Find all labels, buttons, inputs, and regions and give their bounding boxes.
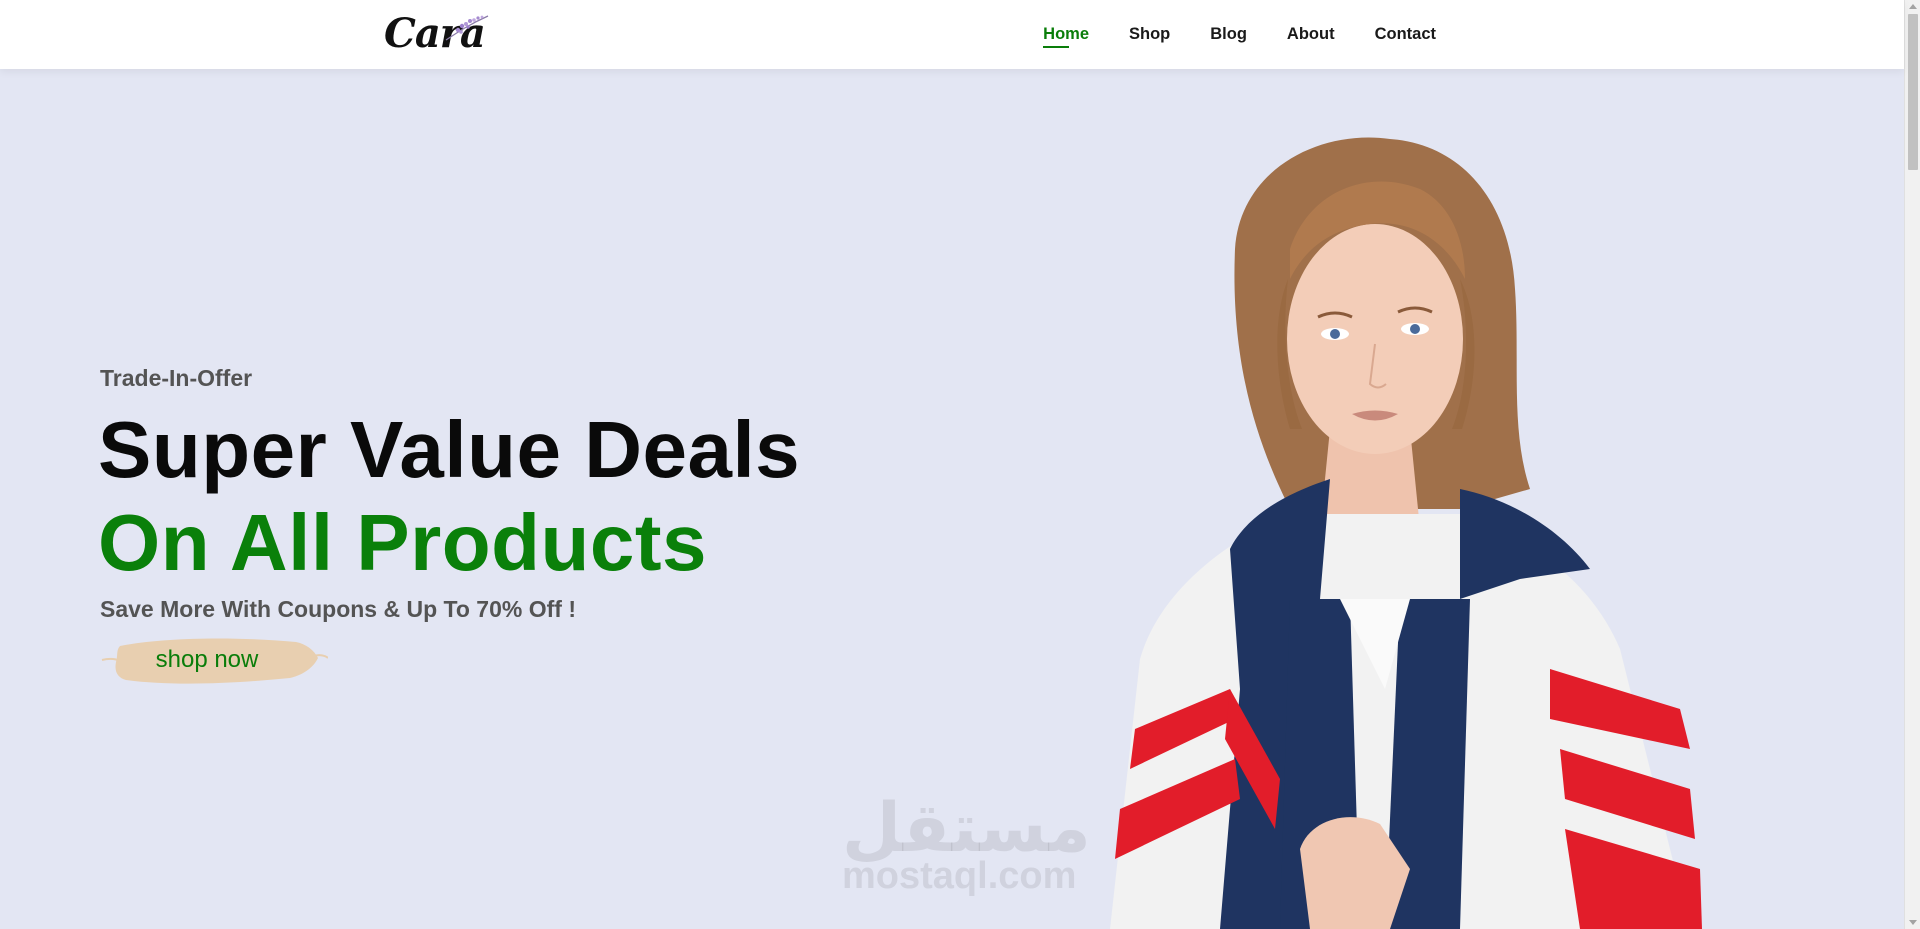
nav-contact[interactable]: Contact [1355,0,1456,69]
nav-home-label: Home [1043,25,1089,43]
nav-home[interactable]: Home [1023,0,1109,69]
hero-title-line2: On All Products [98,498,708,587]
cart-button[interactable] [1456,0,1496,69]
shop-now-button[interactable]: shop now [100,632,328,688]
nav-blog-label: Blog [1210,25,1247,43]
nav-about-label: About [1286,25,1335,43]
scroll-up-arrow-icon[interactable] [1909,4,1917,9]
vertical-scrollbar[interactable] [1904,0,1920,929]
site-header: Cara Home Shop Blog About Contact [0,0,1904,69]
logo[interactable]: Cara [384,6,494,62]
nav-about[interactable]: About [1267,0,1355,69]
hero-description: Save More With Coupons & Up To 70% Off ! [100,596,576,622]
hero-title-line1: Super Value Deals [98,405,801,494]
nav-contact-label: Contact [1374,25,1436,43]
watermark-arabic: مستقل [842,789,1091,868]
mostaql-watermark: مستقل mostaql.com [842,789,1091,897]
nav-blog[interactable]: Blog [1190,0,1267,69]
nav-shop[interactable]: Shop [1109,0,1190,69]
lavender-sprig-icon [445,15,489,41]
hero-subtitle: Trade-In-Offer [100,365,253,391]
scroll-down-arrow-icon[interactable] [1909,920,1917,925]
scroll-thumb[interactable] [1908,14,1918,170]
shop-now-label: shop now [155,646,259,673]
nav-shop-label: Shop [1129,25,1171,43]
watermark-latin: mostaql.com [842,855,1077,897]
model-photo [1110,137,1702,929]
main-nav: Home Shop Blog About Contact [1023,0,1496,69]
